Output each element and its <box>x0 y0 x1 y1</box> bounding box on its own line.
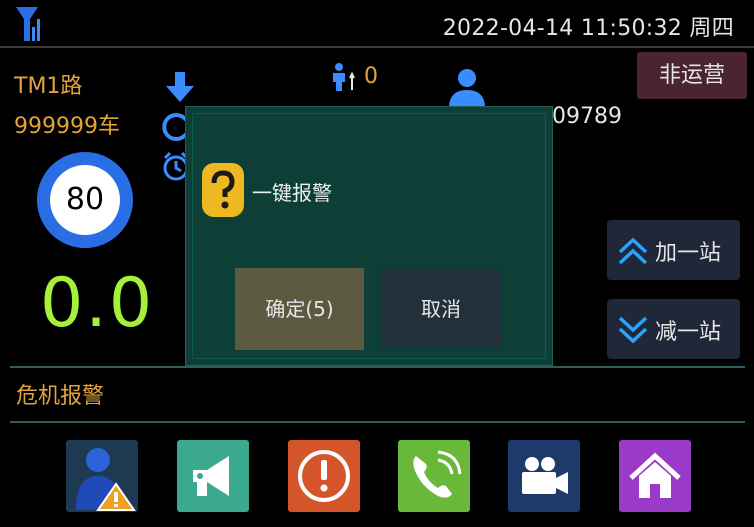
driver-warning-icon <box>76 448 136 511</box>
home-button[interactable] <box>619 440 691 512</box>
signal-icon <box>16 7 40 41</box>
phone-button[interactable] <box>398 440 470 512</box>
driver-alert-button[interactable] <box>66 440 138 512</box>
sub-station-label: 减一站 <box>655 320 722 345</box>
passenger-icon <box>333 63 355 91</box>
passenger-count: 0 <box>364 64 378 89</box>
datetime: 2022-04-14 11:50:32 周四 <box>442 16 734 41</box>
phone-icon <box>413 450 462 498</box>
driver-icon <box>449 69 485 108</box>
confirm-button[interactable]: 确定(5) <box>235 268 364 350</box>
megaphone-icon <box>193 456 229 496</box>
video-button[interactable] <box>508 440 580 512</box>
home-icon <box>629 452 681 498</box>
route-label: TM1路 <box>14 74 83 99</box>
announcement-button[interactable] <box>177 440 249 512</box>
alarm-dialog: 一键报警 确定(5) 取消 <box>185 106 553 366</box>
divider-bottom <box>10 421 745 423</box>
add-station-label: 加一站 <box>655 241 722 266</box>
speed-limit-sign: 80 <box>37 152 133 248</box>
double-chevron-up-icon <box>618 237 648 265</box>
add-station-button[interactable]: 加一站 <box>607 220 740 280</box>
exclamation-icon <box>298 450 350 502</box>
current-speed: 0.0 <box>40 264 155 343</box>
driver-id: 09789 <box>552 104 622 129</box>
cancel-button[interactable]: 取消 <box>381 270 501 348</box>
sub-station-button[interactable]: 减一站 <box>607 299 740 359</box>
bus-number: 999999车 <box>14 114 120 139</box>
question-icon <box>202 163 244 217</box>
dialog-message: 一键报警 <box>252 181 332 205</box>
speed-limit-value: 80 <box>50 165 120 235</box>
alarm-label: 危机报警 <box>16 384 105 409</box>
video-camera-icon <box>522 457 568 494</box>
status-bar: 2022-04-14 11:50:32 周四 <box>0 0 754 48</box>
non-operating-button[interactable]: 非运营 <box>637 52 747 99</box>
emergency-button[interactable] <box>288 440 360 512</box>
divider-top <box>10 366 745 368</box>
passenger-counter: 0 <box>330 62 390 92</box>
double-chevron-down-icon <box>618 316 648 344</box>
down-arrow-icon <box>166 72 194 102</box>
